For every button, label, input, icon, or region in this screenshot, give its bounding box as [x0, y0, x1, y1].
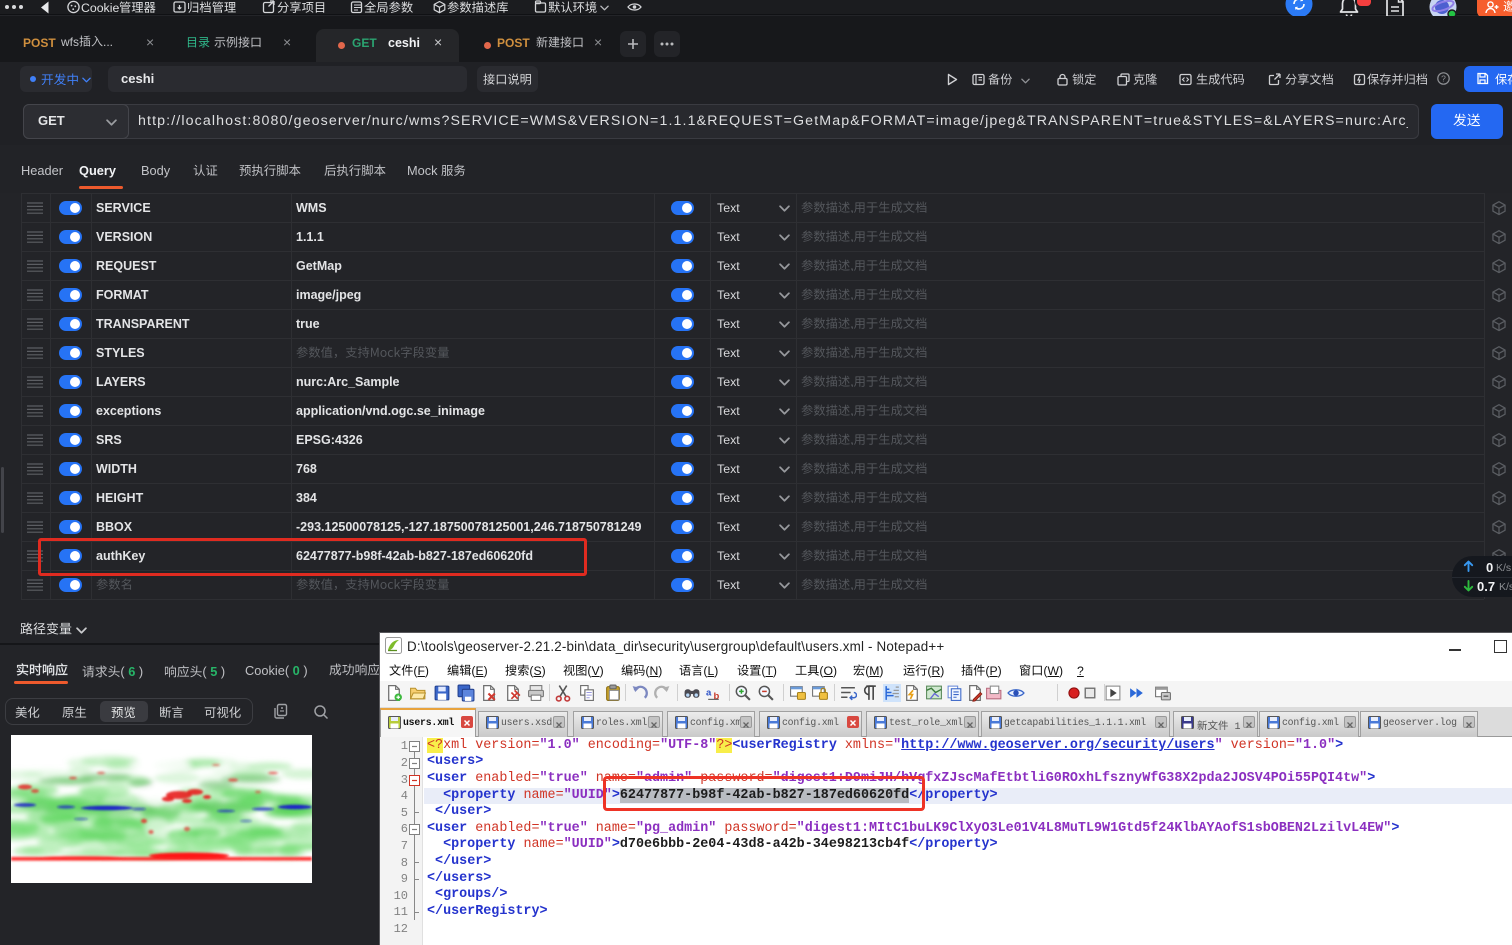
svg-text:b: b — [713, 691, 719, 702]
svg-text:a: a — [706, 688, 712, 699]
svg-text:?: ? — [1441, 73, 1446, 83]
